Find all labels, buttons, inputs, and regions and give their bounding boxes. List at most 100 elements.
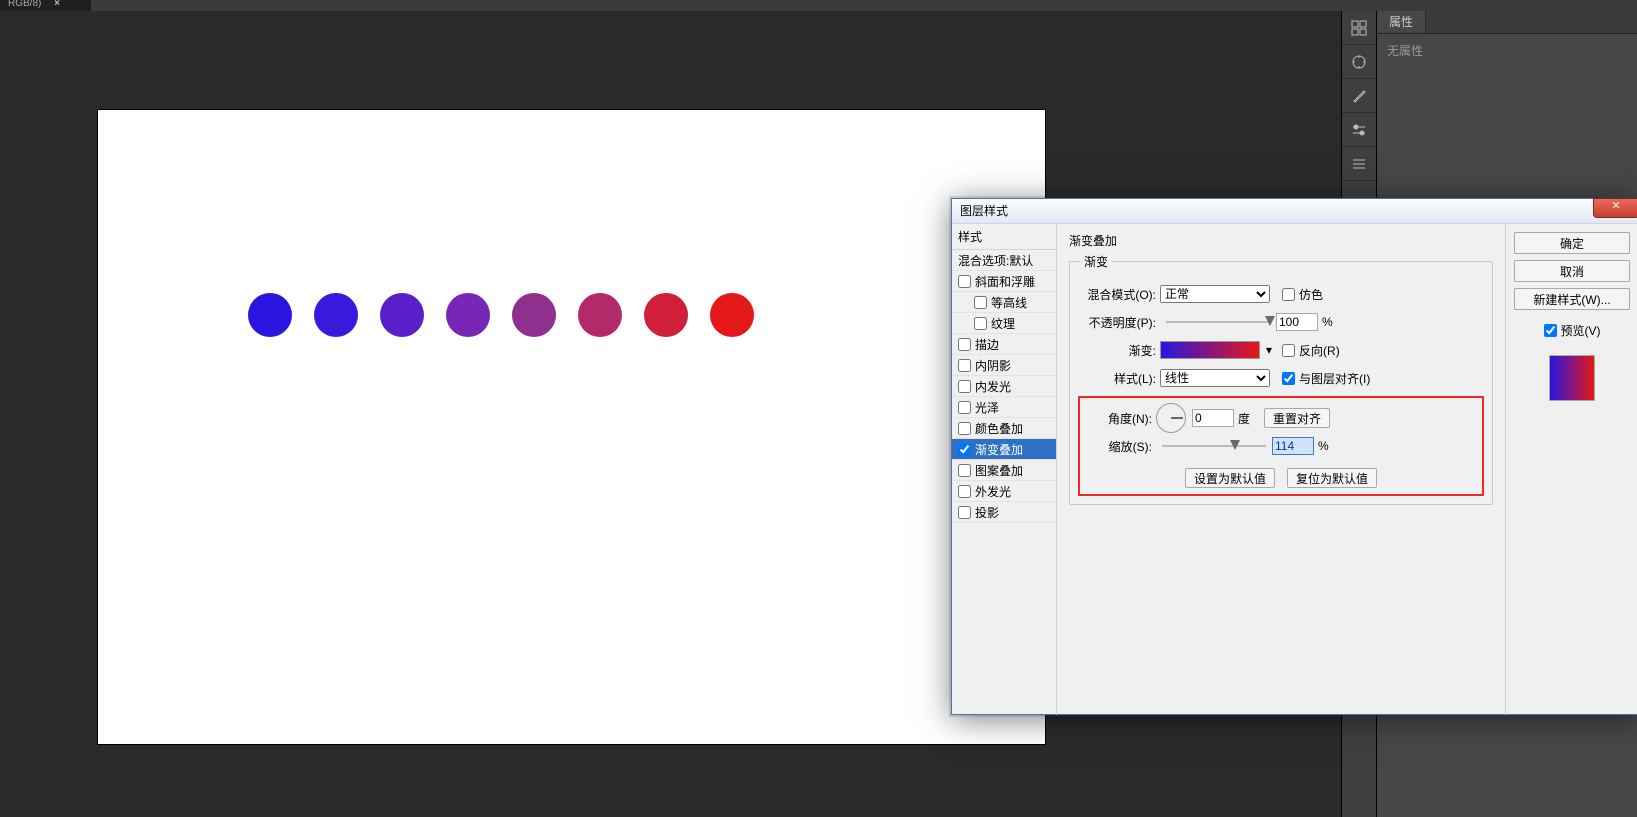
- document-tab-strip: RGB/8) ×: [0, 0, 1637, 11]
- tab-properties[interactable]: 属性: [1377, 11, 1426, 33]
- dot[interactable]: [512, 293, 556, 337]
- reset-alignment-button[interactable]: 重置对齐: [1264, 408, 1330, 428]
- gradient-overlay-options: 渐变叠加 渐变 混合模式(O): 正常 仿色 不透明度(P): %: [1057, 224, 1505, 715]
- opacity-label: 不透明度(P):: [1080, 314, 1160, 331]
- effect-row[interactable]: 斜面和浮雕: [952, 271, 1056, 292]
- effect-label: 图案叠加: [975, 462, 1023, 479]
- document-tab[interactable]: RGB/8) ×: [0, 0, 91, 11]
- effect-row[interactable]: 颜色叠加: [952, 418, 1056, 439]
- effect-label: 斜面和浮雕: [975, 273, 1035, 290]
- effect-row[interactable]: 光泽: [952, 397, 1056, 418]
- reverse-checkbox[interactable]: 反向(R): [1282, 342, 1340, 359]
- gradient-preview[interactable]: [1160, 341, 1260, 359]
- effect-row[interactable]: 渐变叠加: [952, 439, 1056, 460]
- dot[interactable]: [248, 293, 292, 337]
- effect-checkbox[interactable]: [958, 506, 971, 519]
- cancel-button[interactable]: 取消: [1514, 260, 1630, 282]
- effect-checkbox[interactable]: [958, 380, 971, 393]
- dot[interactable]: [380, 293, 424, 337]
- chevron-down-icon[interactable]: ▾: [1266, 343, 1272, 357]
- effect-checkbox[interactable]: [958, 443, 971, 456]
- scale-label: 缩放(S):: [1086, 438, 1156, 455]
- layer-style-dialog: 图层样式 ✕ 样式 混合选项:默认 斜面和浮雕等高线纹理描边内阴影内发光光泽颜色…: [951, 198, 1637, 715]
- style-label: 样式(L):: [1080, 370, 1160, 387]
- dot[interactable]: [446, 293, 490, 337]
- opacity-input[interactable]: [1276, 313, 1318, 331]
- effect-row[interactable]: 内发光: [952, 376, 1056, 397]
- angle-dial[interactable]: [1156, 403, 1186, 433]
- gradient-group-legend: 渐变: [1080, 253, 1112, 270]
- dot[interactable]: [644, 293, 688, 337]
- effect-checkbox[interactable]: [958, 422, 971, 435]
- grid-icon[interactable]: [1342, 11, 1376, 45]
- effect-checkbox[interactable]: [958, 275, 971, 288]
- gradient-style-select[interactable]: 线性: [1160, 369, 1270, 387]
- preview-swatch: [1549, 355, 1595, 401]
- effect-checkbox[interactable]: [958, 401, 971, 414]
- blend-mode-label: 混合模式(O):: [1080, 286, 1160, 303]
- effect-row[interactable]: 图案叠加: [952, 460, 1056, 481]
- effect-label: 等高线: [991, 294, 1027, 311]
- gradient-label: 渐变:: [1080, 342, 1160, 359]
- document-tab-label: RGB/8): [8, 0, 41, 9]
- highlighted-region: 角度(N): 度 重置对齐 缩放(S): % 设置为默认值 复位: [1078, 396, 1484, 496]
- effect-label: 渐变叠加: [975, 441, 1023, 458]
- close-icon[interactable]: ×: [54, 0, 60, 9]
- dot[interactable]: [314, 293, 358, 337]
- effect-checkbox[interactable]: [974, 317, 987, 330]
- panel-tabbar: 属性: [1377, 11, 1637, 34]
- effect-checkbox[interactable]: [958, 359, 971, 372]
- preview-checkbox[interactable]: 预览(V): [1544, 322, 1601, 339]
- effect-label: 投影: [975, 504, 999, 521]
- effect-row[interactable]: 等高线: [952, 292, 1056, 313]
- effect-row[interactable]: 描边: [952, 334, 1056, 355]
- effect-label: 颜色叠加: [975, 420, 1023, 437]
- align-with-layer-checkbox[interactable]: 与图层对齐(I): [1282, 370, 1370, 387]
- effect-row[interactable]: 投影: [952, 502, 1056, 523]
- angle-label: 角度(N):: [1086, 410, 1156, 427]
- blend-options-row[interactable]: 混合选项:默认: [952, 250, 1056, 271]
- scale-suffix: %: [1318, 439, 1329, 453]
- blend-mode-select[interactable]: 正常: [1160, 285, 1270, 303]
- effect-row[interactable]: 内阴影: [952, 355, 1056, 376]
- dialog-titlebar[interactable]: 图层样式 ✕: [952, 199, 1637, 224]
- dot[interactable]: [710, 293, 754, 337]
- styles-header[interactable]: 样式: [952, 224, 1056, 250]
- opacity-suffix: %: [1322, 315, 1333, 329]
- effect-checkbox[interactable]: [974, 296, 987, 309]
- effect-checkbox[interactable]: [958, 464, 971, 477]
- effect-category-list: 样式 混合选项:默认 斜面和浮雕等高线纹理描边内阴影内发光光泽颜色叠加渐变叠加图…: [952, 224, 1057, 715]
- panel-body: 无属性: [1377, 34, 1637, 67]
- ok-button[interactable]: 确定: [1514, 232, 1630, 254]
- effect-label: 内发光: [975, 378, 1011, 395]
- effect-label: 描边: [975, 336, 999, 353]
- angle-input[interactable]: [1192, 409, 1234, 427]
- scale-input[interactable]: [1272, 437, 1314, 455]
- angle-suffix: 度: [1238, 410, 1250, 427]
- dither-checkbox[interactable]: 仿色: [1282, 286, 1323, 303]
- options-section-title: 渐变叠加: [1069, 232, 1493, 249]
- effect-row[interactable]: 外发光: [952, 481, 1056, 502]
- close-button[interactable]: ✕: [1593, 198, 1637, 218]
- make-default-button[interactable]: 设置为默认值: [1185, 468, 1275, 488]
- reset-to-default-button[interactable]: 复位为默认值: [1287, 468, 1377, 488]
- effect-label: 纹理: [991, 315, 1015, 332]
- effect-label: 内阴影: [975, 357, 1011, 374]
- opacity-slider[interactable]: [1166, 315, 1270, 329]
- dialog-button-column: 确定 取消 新建样式(W)... 预览(V): [1505, 224, 1637, 715]
- effect-label: 外发光: [975, 483, 1011, 500]
- canvas[interactable]: [98, 110, 1045, 744]
- scale-slider[interactable]: [1162, 439, 1266, 453]
- effect-checkbox[interactable]: [958, 485, 971, 498]
- effect-label: 光泽: [975, 399, 999, 416]
- dots-row: [248, 293, 754, 337]
- dialog-title: 图层样式: [960, 204, 1008, 218]
- adjust-icon[interactable]: [1342, 113, 1376, 147]
- effect-row[interactable]: 纹理: [952, 313, 1056, 334]
- bars-icon[interactable]: [1342, 147, 1376, 181]
- effect-checkbox[interactable]: [958, 338, 971, 351]
- new-style-button[interactable]: 新建样式(W)...: [1514, 288, 1630, 310]
- brush-icon[interactable]: [1342, 79, 1376, 113]
- dot[interactable]: [578, 293, 622, 337]
- compass-icon[interactable]: [1342, 45, 1376, 79]
